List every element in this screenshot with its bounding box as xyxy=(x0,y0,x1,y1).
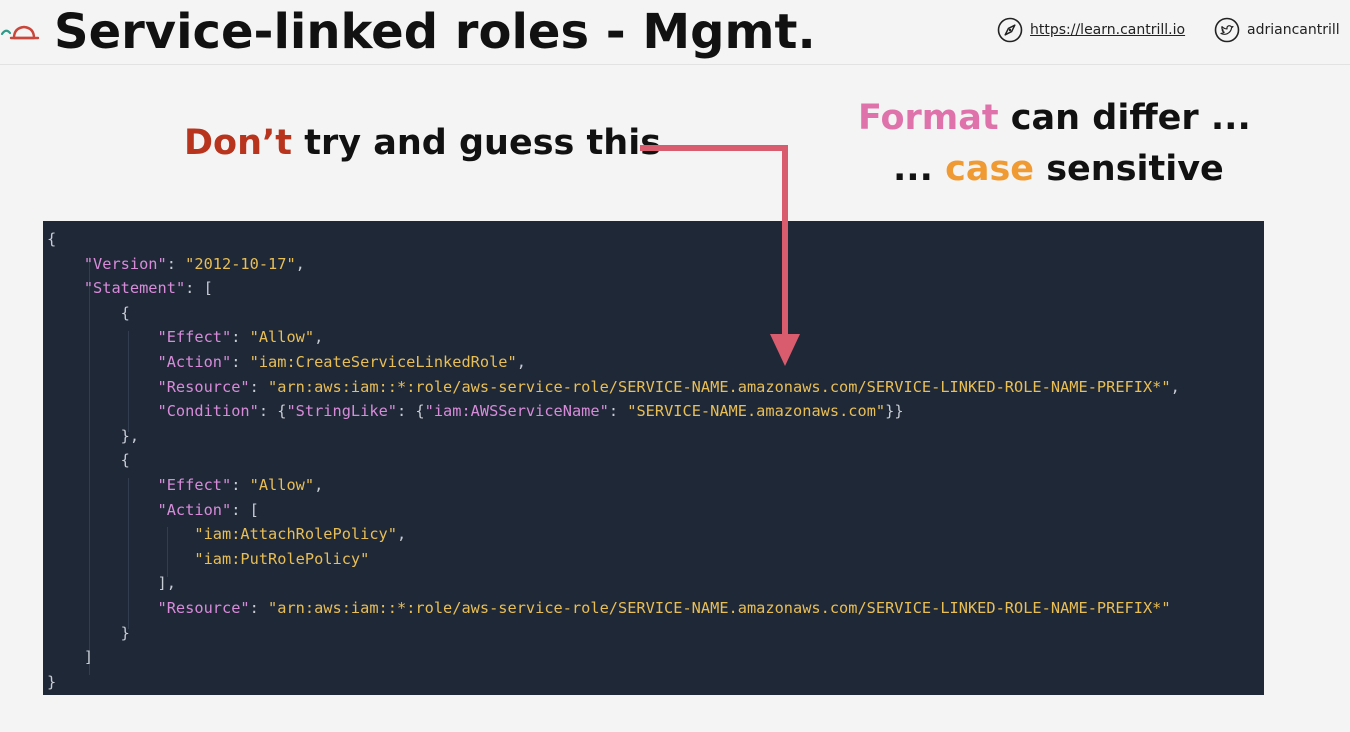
json-key: "Resource" xyxy=(157,377,250,396)
json-key: "Version" xyxy=(83,254,167,273)
code-line: "Action": "iam:CreateServiceLinkedRole", xyxy=(47,350,1180,375)
json-punctuation xyxy=(47,353,158,371)
json-punctuation: : xyxy=(231,475,250,494)
slide-title: Service-linked roles - Mgmt. xyxy=(54,4,816,60)
json-key: "Action" xyxy=(157,500,232,519)
code-line: { xyxy=(47,448,1180,473)
slide-header: Service-linked roles - Mgmt. https://lea… xyxy=(0,0,1350,65)
json-punctuation: : xyxy=(231,352,250,371)
json-key: "StringLike" xyxy=(286,402,397,421)
callout-dont-guess: Don’t try and guess this xyxy=(184,121,661,165)
json-key: "iam:AWSServiceName" xyxy=(424,402,609,421)
json-punctuation: , xyxy=(295,254,305,273)
json-punctuation: : xyxy=(249,377,269,396)
callout-dont-rest: try and guess this xyxy=(292,123,662,163)
code-line: "Resource": "arn:aws:iam::*:role/aws-ser… xyxy=(47,596,1180,621)
json-policy-code-block: { "Version": "2012-10-17", "Statement": … xyxy=(43,221,1264,695)
json-punctuation xyxy=(47,476,158,494)
json-punctuation xyxy=(47,255,84,273)
json-punctuation xyxy=(47,599,158,617)
json-punctuation: , xyxy=(516,352,526,371)
json-punctuation: ] xyxy=(47,648,94,667)
json-punctuation xyxy=(47,328,158,346)
callout-format-rest: can differ ... xyxy=(998,98,1251,138)
json-punctuation: : [ xyxy=(185,279,213,298)
json-key: "Action" xyxy=(157,352,232,371)
json-punctuation: } xyxy=(47,672,57,691)
json-punctuation: : { xyxy=(258,402,287,421)
json-punctuation: : xyxy=(166,254,186,273)
callout-case-prefix: ... xyxy=(893,149,946,189)
code-line: "iam:PutRolePolicy" xyxy=(47,547,1180,572)
json-policy-code: { "Version": "2012-10-17", "Statement": … xyxy=(47,227,1180,694)
code-line: } xyxy=(47,670,1180,695)
json-string: "arn:aws:iam::*:role/aws-service-role/SE… xyxy=(268,377,1171,396)
json-key: "Condition" xyxy=(157,402,259,421)
callout-case-rest: sensitive xyxy=(1034,149,1224,189)
json-punctuation: }} xyxy=(885,402,904,421)
json-punctuation xyxy=(47,279,84,297)
code-line: "iam:AttachRolePolicy", xyxy=(47,522,1180,547)
code-line: }, xyxy=(47,424,1180,449)
json-punctuation: , xyxy=(314,475,324,494)
callout-format-differ: Format can differ ... xyxy=(858,96,1251,140)
json-punctuation: }, xyxy=(47,426,140,445)
json-key: "Statement" xyxy=(83,279,186,298)
json-string: "iam:PutRolePolicy" xyxy=(194,549,370,568)
json-punctuation xyxy=(47,550,194,568)
json-punctuation: ], xyxy=(47,574,176,593)
json-punctuation: { xyxy=(47,303,130,322)
callout-case-highlight: case xyxy=(945,149,1035,189)
json-punctuation: } xyxy=(47,623,130,642)
code-line: "Statement": [ xyxy=(47,276,1180,301)
twitter-handle-text: adriancantrill xyxy=(1247,22,1340,38)
json-punctuation xyxy=(47,525,194,543)
code-line: "Effect": "Allow", xyxy=(47,473,1180,498)
twitter-handle[interactable]: adriancantrill xyxy=(1214,16,1340,44)
json-punctuation: , xyxy=(314,328,324,347)
callout-format-highlight: Format xyxy=(858,98,999,138)
code-line: ] xyxy=(47,645,1180,670)
json-string: "2012-10-17" xyxy=(185,254,296,273)
json-punctuation xyxy=(47,378,158,396)
json-punctuation: : { xyxy=(396,402,425,421)
callout-case-sensitive: ... case sensitive xyxy=(893,147,1224,191)
json-punctuation: : xyxy=(231,328,250,347)
json-punctuation: : xyxy=(249,598,269,617)
twitter-icon xyxy=(1214,17,1240,43)
cloud-hat-logo-icon xyxy=(0,25,40,40)
code-line: "Version": "2012-10-17", xyxy=(47,252,1180,277)
code-line: ], xyxy=(47,571,1180,596)
website-link[interactable]: https://learn.cantrill.io xyxy=(997,16,1185,44)
code-line: "Condition": {"StringLike": {"iam:AWSSer… xyxy=(47,399,1180,424)
json-punctuation: : xyxy=(608,402,628,421)
json-string: "Allow" xyxy=(249,475,315,494)
json-key: "Effect" xyxy=(157,475,232,494)
json-punctuation: : [ xyxy=(231,500,259,519)
json-key: "Resource" xyxy=(157,598,250,617)
json-key: "Effect" xyxy=(157,328,232,347)
compass-icon xyxy=(997,17,1023,43)
json-punctuation xyxy=(47,501,158,519)
json-punctuation: { xyxy=(47,230,57,248)
callout-dont-highlight: Don’t xyxy=(184,123,293,163)
json-string: "iam:CreateServiceLinkedRole" xyxy=(249,352,517,371)
code-line: } xyxy=(47,621,1180,646)
json-string: "arn:aws:iam::*:role/aws-service-role/SE… xyxy=(268,598,1171,617)
json-punctuation: , xyxy=(1170,377,1180,396)
code-line: { xyxy=(47,301,1180,326)
json-punctuation: { xyxy=(47,451,130,470)
json-string: "iam:AttachRolePolicy" xyxy=(194,525,397,544)
json-punctuation: , xyxy=(396,525,407,544)
json-string: "SERVICE-NAME.amazonaws.com" xyxy=(627,402,886,421)
code-line: "Action": [ xyxy=(47,498,1180,523)
json-string: "Allow" xyxy=(249,328,315,347)
website-url[interactable]: https://learn.cantrill.io xyxy=(1030,22,1185,38)
json-punctuation xyxy=(47,402,158,420)
code-line: "Effect": "Allow", xyxy=(47,325,1180,350)
code-line: { xyxy=(47,227,1180,252)
code-line: "Resource": "arn:aws:iam::*:role/aws-ser… xyxy=(47,375,1180,400)
